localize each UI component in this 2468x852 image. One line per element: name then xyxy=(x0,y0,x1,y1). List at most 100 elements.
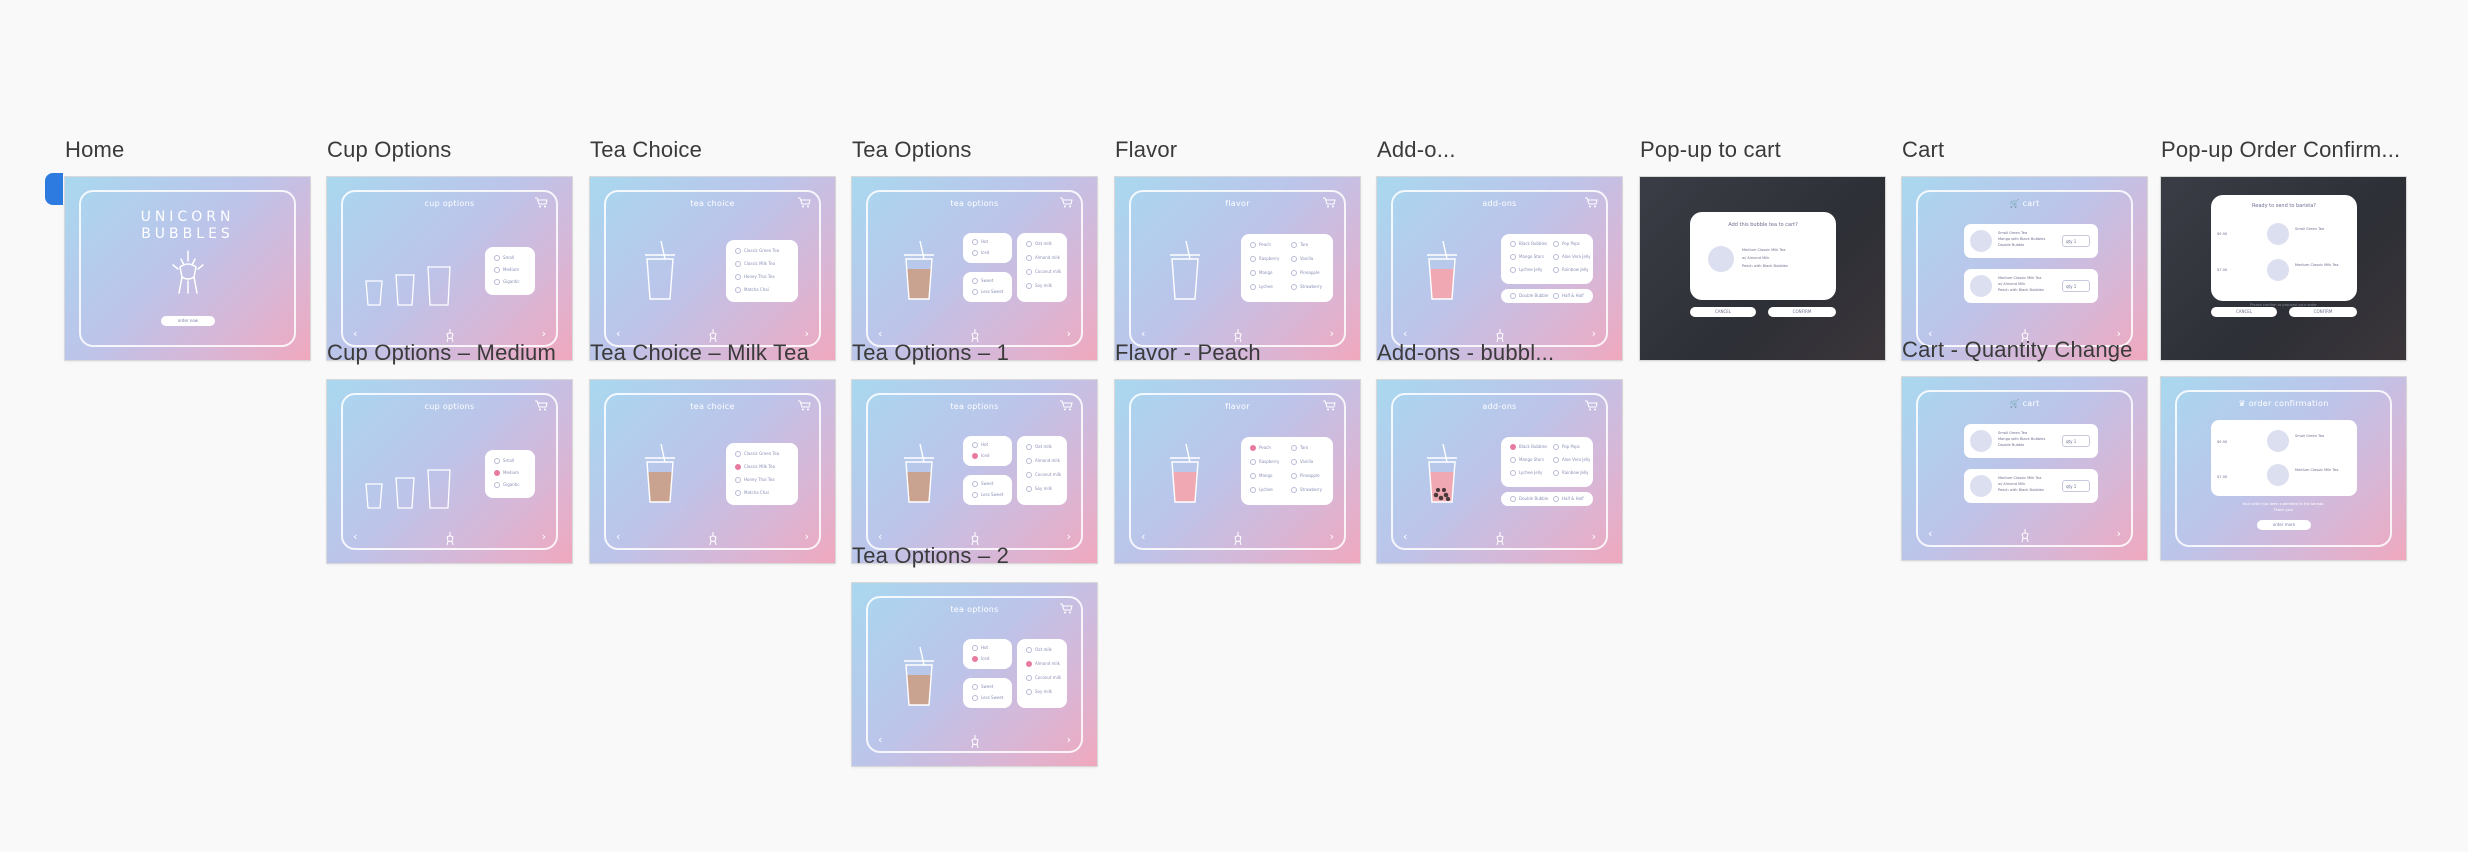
option-sweet[interactable]: Sweet xyxy=(972,684,993,690)
option-sweet[interactable]: Sweet xyxy=(972,278,993,284)
next-arrow-icon[interactable]: › xyxy=(1330,530,1334,543)
option-hot[interactable]: Hot xyxy=(972,239,988,245)
cart-icon[interactable] xyxy=(1584,197,1598,208)
option-milk-tea-selected[interactable]: Classic Milk Tea xyxy=(735,464,775,470)
option-green-tea[interactable]: Classic Green Tea xyxy=(735,248,779,254)
cart-icon[interactable] xyxy=(1059,400,1073,411)
option-pop-pops[interactable]: Pop Pops xyxy=(1553,444,1580,450)
quantity-stepper[interactable]: qty 1 xyxy=(2062,235,2090,247)
option-double-bubble[interactable]: Double Bubble xyxy=(1510,496,1548,502)
artboard-title-tea-choice[interactable]: Tea Choice xyxy=(590,137,702,163)
back-arrow-icon[interactable]: ‹ xyxy=(353,327,357,340)
option-soy-milk[interactable]: Soy milk xyxy=(1026,486,1052,492)
option-less-sweet[interactable]: Less Sweet xyxy=(972,695,1003,701)
option-coconut-milk[interactable]: Coconut milk xyxy=(1026,472,1061,478)
cart-item-1[interactable]: Small Green Tea Mango with Black Bubbles… xyxy=(1964,224,2098,258)
artboard-cup-medium[interactable]: cup options Small Medium Gigantic ‹ › xyxy=(327,380,572,563)
option-lychee-jelly[interactable]: Lychee Jelly xyxy=(1510,267,1542,273)
artboard-title-flavor-peach[interactable]: Flavor - Peach xyxy=(1115,340,1261,366)
option-almond-milk[interactable]: Almond milk xyxy=(1026,255,1060,261)
option-matcha-chai[interactable]: Matcha Chai xyxy=(735,287,769,293)
cancel-button[interactable]: CANCEL xyxy=(1690,307,1756,317)
option-soy-milk[interactable]: Soy milk xyxy=(1026,283,1052,289)
next-arrow-icon[interactable]: › xyxy=(1330,327,1334,340)
option-coconut-milk[interactable]: Coconut milk xyxy=(1026,269,1061,275)
cancel-button[interactable]: CANCEL xyxy=(2211,307,2277,317)
cart-icon[interactable] xyxy=(1584,400,1598,411)
option-vanilla[interactable]: Vanilla xyxy=(1291,256,1313,262)
back-arrow-icon[interactable]: ‹ xyxy=(878,327,882,340)
option-oat-milk[interactable]: Oat milk xyxy=(1026,647,1052,653)
option-black-bubbles-selected[interactable]: Black Bubbles xyxy=(1510,444,1547,450)
option-gigantic[interactable]: Gigantic xyxy=(494,279,520,285)
artboard-cup-options[interactable]: cup options Small Medium Gigantic ‹ › xyxy=(327,177,572,360)
artboard-title-addons[interactable]: Add-o... xyxy=(1377,137,1456,163)
option-pop-pops[interactable]: Pop Pops xyxy=(1553,241,1580,247)
back-arrow-icon[interactable]: ‹ xyxy=(878,530,882,543)
option-milk-tea[interactable]: Classic Milk Tea xyxy=(735,261,775,267)
option-almond-milk-selected[interactable]: Almond milk xyxy=(1026,661,1060,667)
option-less-sweet[interactable]: Less Sweet xyxy=(972,289,1003,295)
cart-item-2[interactable]: Medium Classic Milk Tea w/ Almond Milk P… xyxy=(1964,269,2098,303)
next-arrow-icon[interactable]: › xyxy=(2117,527,2121,540)
option-raspberry[interactable]: Raspberry xyxy=(1250,256,1279,262)
next-arrow-icon[interactable]: › xyxy=(805,530,809,543)
option-strawberry[interactable]: Strawberry xyxy=(1291,487,1322,493)
option-mango[interactable]: Mango xyxy=(1250,270,1272,276)
next-arrow-icon[interactable]: › xyxy=(1592,327,1596,340)
quantity-stepper[interactable]: qty 1 xyxy=(2062,280,2090,292)
option-taro[interactable]: Taro xyxy=(1291,242,1308,248)
unicorn-icon[interactable] xyxy=(1494,531,1506,545)
artboard-title-addons-bubbles[interactable]: Add-ons - bubbl... xyxy=(1377,340,1554,366)
option-taro[interactable]: Taro xyxy=(1291,445,1308,451)
back-arrow-icon[interactable]: ‹ xyxy=(878,733,882,746)
artboard-title-popup-cart[interactable]: Pop-up to cart xyxy=(1640,137,1781,163)
back-arrow-icon[interactable]: ‹ xyxy=(1403,327,1407,340)
next-arrow-icon[interactable]: › xyxy=(1067,733,1071,746)
cart-icon[interactable] xyxy=(1322,197,1336,208)
cart-icon[interactable] xyxy=(797,197,811,208)
artboard-title-tea-options-1[interactable]: Tea Options – 1 xyxy=(852,340,1009,366)
unicorn-icon[interactable] xyxy=(969,734,981,748)
artboard-tea-options-1[interactable]: tea options Hot Iced Sweet Less Sweet Oa… xyxy=(852,380,1097,563)
option-vanilla[interactable]: Vanilla xyxy=(1291,459,1313,465)
back-arrow-icon[interactable]: ‹ xyxy=(1141,327,1145,340)
option-sweet[interactable]: Sweet xyxy=(972,481,993,487)
option-pineapple[interactable]: Pineapple xyxy=(1291,270,1320,276)
order-more-button[interactable]: order more xyxy=(2257,520,2311,530)
artboard-home[interactable]: UNICORN BUBBLES order now xyxy=(65,177,310,360)
next-arrow-icon[interactable]: › xyxy=(1067,327,1071,340)
option-lychee[interactable]: Lychee xyxy=(1250,487,1273,493)
confirm-button[interactable]: CONFIRM xyxy=(1768,307,1836,317)
artboard-popup-cart[interactable]: Add this bubble tea to cart? Medium Clas… xyxy=(1640,177,1885,360)
option-peach-selected[interactable]: Peach xyxy=(1250,445,1271,451)
artboard-cart-qty[interactable]: 🛒 cart Small Green Tea Mango with Black … xyxy=(1902,377,2147,560)
back-arrow-icon[interactable]: ‹ xyxy=(1403,530,1407,543)
artboard-title-home[interactable]: Home xyxy=(65,137,125,163)
artboard-title-tea-options-2[interactable]: Tea Options – 2 xyxy=(852,543,1009,569)
order-now-button[interactable]: order now xyxy=(161,316,215,326)
option-half-half[interactable]: Half & Half xyxy=(1553,293,1584,299)
option-matcha-chai[interactable]: Matcha Chai xyxy=(735,490,769,496)
option-small[interactable]: Small xyxy=(494,255,514,261)
artboard-addons-bubbles[interactable]: add-ons Black Bubbles Mango Stars Lychee… xyxy=(1377,380,1622,563)
cart-icon[interactable] xyxy=(797,400,811,411)
quantity-stepper[interactable]: qty 1 xyxy=(2062,435,2090,447)
option-gigantic[interactable]: Gigantic xyxy=(494,482,520,488)
artboard-title-cup-options[interactable]: Cup Options xyxy=(327,137,452,163)
option-hot[interactable]: Hot xyxy=(972,442,988,448)
option-lychee-jelly[interactable]: Lychee Jelly xyxy=(1510,470,1542,476)
option-iced-selected[interactable]: Iced xyxy=(972,453,989,459)
quantity-stepper[interactable]: qty 1 xyxy=(2062,480,2090,492)
cart-icon[interactable] xyxy=(1059,603,1073,614)
artboard-order-confirmation[interactable]: ♛ order confirmation $9.00 Small Green T… xyxy=(2161,377,2406,560)
artboard-tea-options-2[interactable]: tea options Hot Iced Sweet Less Sweet Oa… xyxy=(852,583,1097,766)
back-arrow-icon[interactable]: ‹ xyxy=(616,530,620,543)
option-medium[interactable]: Medium xyxy=(494,267,519,273)
confirm-button[interactable]: CONFIRM xyxy=(2289,307,2357,317)
option-coconut-milk[interactable]: Coconut milk xyxy=(1026,675,1061,681)
option-mango-stars[interactable]: Mango Stars xyxy=(1510,254,1544,260)
option-half-half[interactable]: Half & Half xyxy=(1553,496,1584,502)
artboard-tea-options[interactable]: tea options Hot Iced Sweet Less Sweet Oa… xyxy=(852,177,1097,360)
option-green-tea[interactable]: Classic Green Tea xyxy=(735,451,779,457)
